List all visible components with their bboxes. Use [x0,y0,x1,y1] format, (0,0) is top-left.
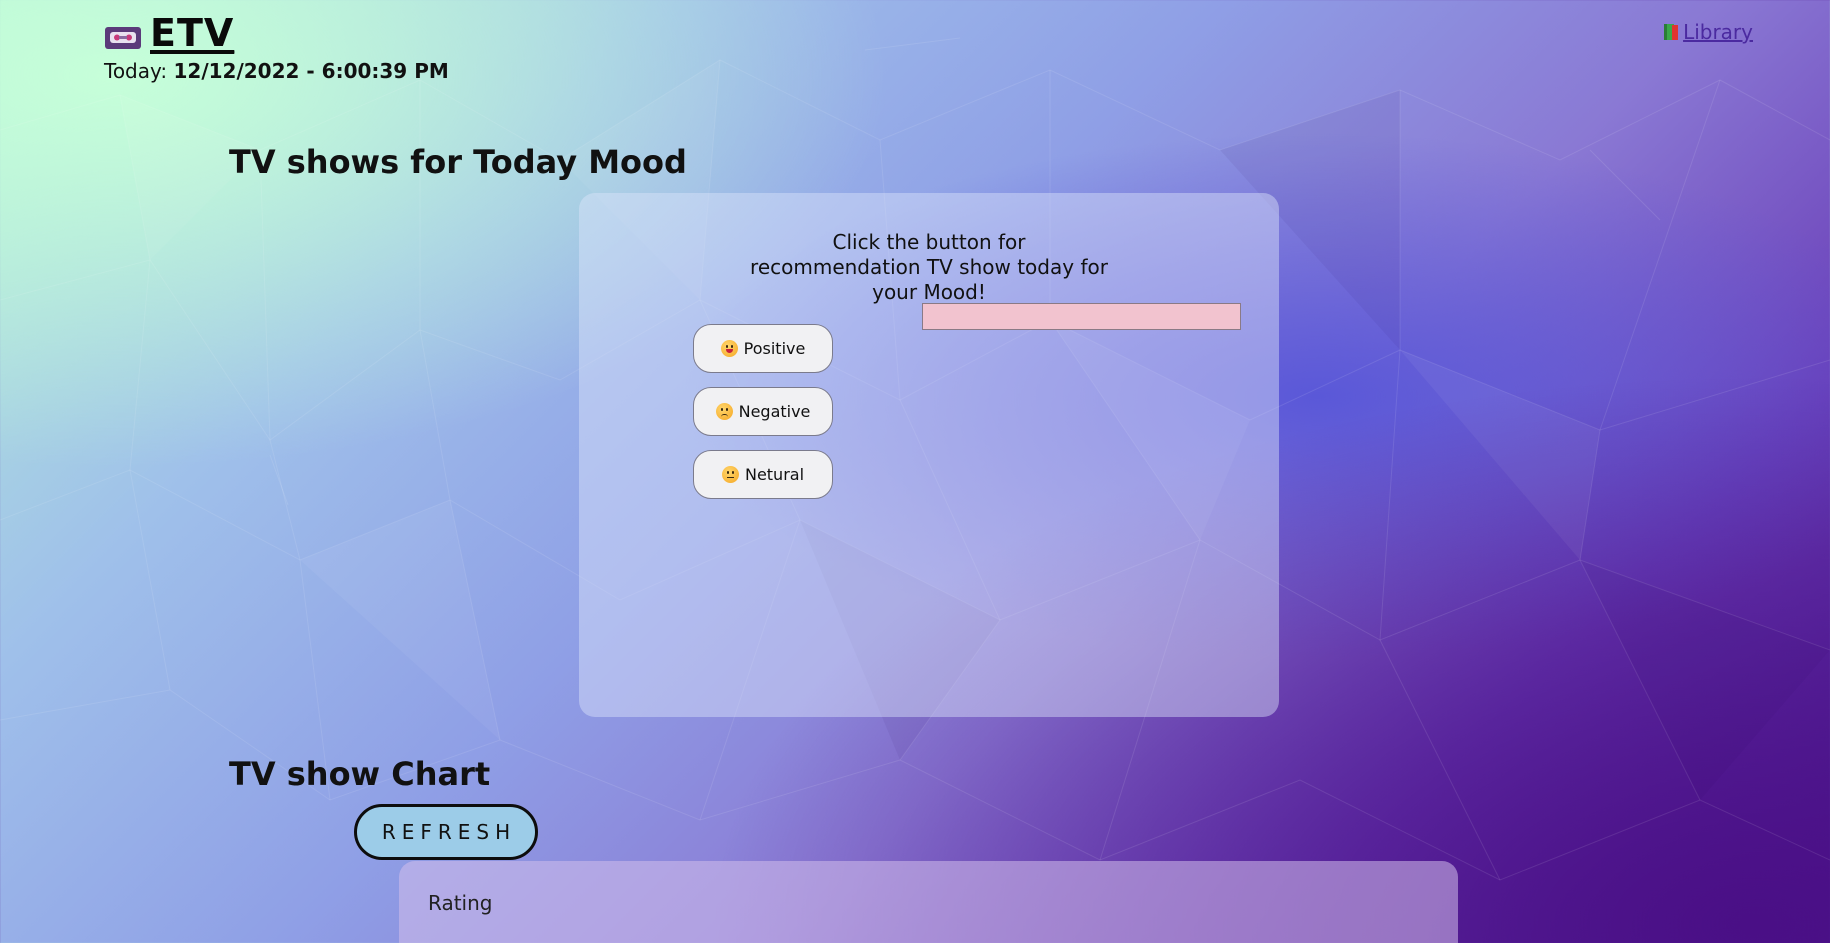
mood-instruction: Click the button for recommendation TV s… [750,230,1108,304]
library-label: Library [1683,20,1753,44]
etv-logo-link[interactable]: ETV [104,12,234,54]
today-datetime: Today: 12/12/2022 - 6:00:39 PM [104,59,449,83]
worried-face-icon [715,403,733,420]
positive-label: Positive [743,339,806,358]
mood-card: Click the button for recommendation TV s… [579,193,1279,717]
positive-button[interactable]: Positive [693,324,833,373]
neutral-button[interactable]: Netural [693,450,833,499]
book-icon [1664,24,1679,40]
chart-section-title: TV show Chart [229,755,491,793]
negative-button[interactable]: Negative [693,387,833,436]
today-value: 12/12/2022 - 6:00:39 PM [173,59,449,83]
chart-card: Rating [399,861,1458,943]
refresh-button[interactable]: REFRESH [354,804,538,860]
mood-buttons: Positive Negative Netural [693,324,833,499]
library-link[interactable]: Library [1663,20,1753,44]
logo-text: ETV [150,11,235,55]
vhs-cassette-icon [105,27,141,49]
neutral-label: Netural [744,465,805,484]
grinning-face-icon [720,340,738,357]
recommendation-result-box [922,303,1241,330]
today-label: Today: [104,59,168,83]
mood-section-title: TV shows for Today Mood [229,143,687,181]
neutral-face-icon [721,466,739,483]
rating-label: Rating [428,891,493,915]
negative-label: Negative [738,402,811,421]
